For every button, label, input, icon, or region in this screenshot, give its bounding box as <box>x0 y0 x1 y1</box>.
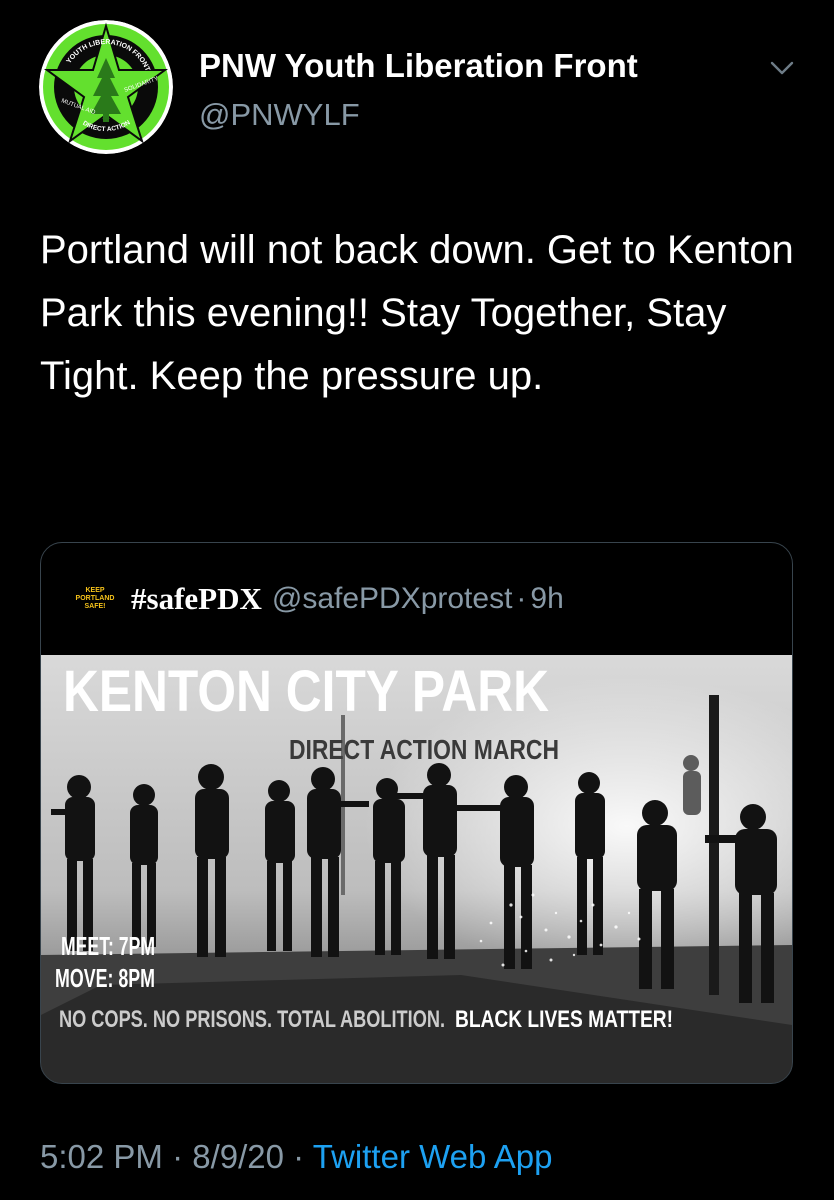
quoted-author-name[interactable]: #safePDX <box>131 581 262 617</box>
poster-meet: MEET: 7PM <box>61 931 155 961</box>
quoted-tweet-header: KEEP PORTLAND SAFE! #safePDX @safePDXpro… <box>73 577 564 621</box>
quoted-timestamp[interactable]: 9h <box>530 582 563 616</box>
poster-move: MOVE: 8PM <box>55 963 155 993</box>
poster-title: KENTON CITY PARK <box>63 659 549 724</box>
source-app-link[interactable]: Twitter Web App <box>313 1138 553 1175</box>
tweet-date[interactable]: 8/9/20 <box>192 1138 284 1175</box>
separator-dot: · <box>293 1138 305 1175</box>
separator-dot: · <box>172 1138 184 1175</box>
quoted-tweet[interactable]: KEEP PORTLAND SAFE! #safePDX @safePDXpro… <box>40 542 793 1084</box>
tweet-time[interactable]: 5:02 PM <box>40 1138 163 1175</box>
poster-slogan: NO COPS. NO PRISONS. TOTAL ABOLITION. <box>59 1006 445 1033</box>
quoted-avatar-line: KEEP <box>85 587 105 594</box>
protest-poster: KENTON CITY PARK DIRECT ACTION MARCH MEE… <box>41 655 792 1083</box>
quoted-avatar[interactable]: KEEP PORTLAND SAFE! <box>73 577 117 621</box>
quoted-author-handle[interactable]: @safePDXprotest <box>272 582 513 616</box>
poster-slogan-emphasis: BLACK LIVES MATTER! <box>455 1006 673 1033</box>
tweet-text: Portland will not back down. Get to Kent… <box>40 228 794 398</box>
poster-subtitle: DIRECT ACTION MARCH <box>289 734 559 765</box>
quoted-media-image[interactable]: KENTON CITY PARK DIRECT ACTION MARCH MEE… <box>41 655 792 1083</box>
author-avatar[interactable]: YOUTH LIBERATION FRONT MUTUAL AID SOLIDA… <box>39 20 173 154</box>
author-name[interactable]: PNW Youth Liberation Front <box>199 46 638 86</box>
quoted-avatar-line: SAFE! <box>84 603 106 610</box>
chevron-down-icon[interactable] <box>766 54 798 82</box>
tweet-footer: 5:02 PM · 8/9/20 · Twitter Web App <box>40 1136 552 1178</box>
quoted-avatar-line: PORTLAND <box>75 595 115 602</box>
ylf-logo: YOUTH LIBERATION FRONT MUTUAL AID SOLIDA… <box>39 20 173 154</box>
author-handle[interactable]: @PNWYLF <box>199 96 360 134</box>
separator-dot: · <box>516 582 527 615</box>
